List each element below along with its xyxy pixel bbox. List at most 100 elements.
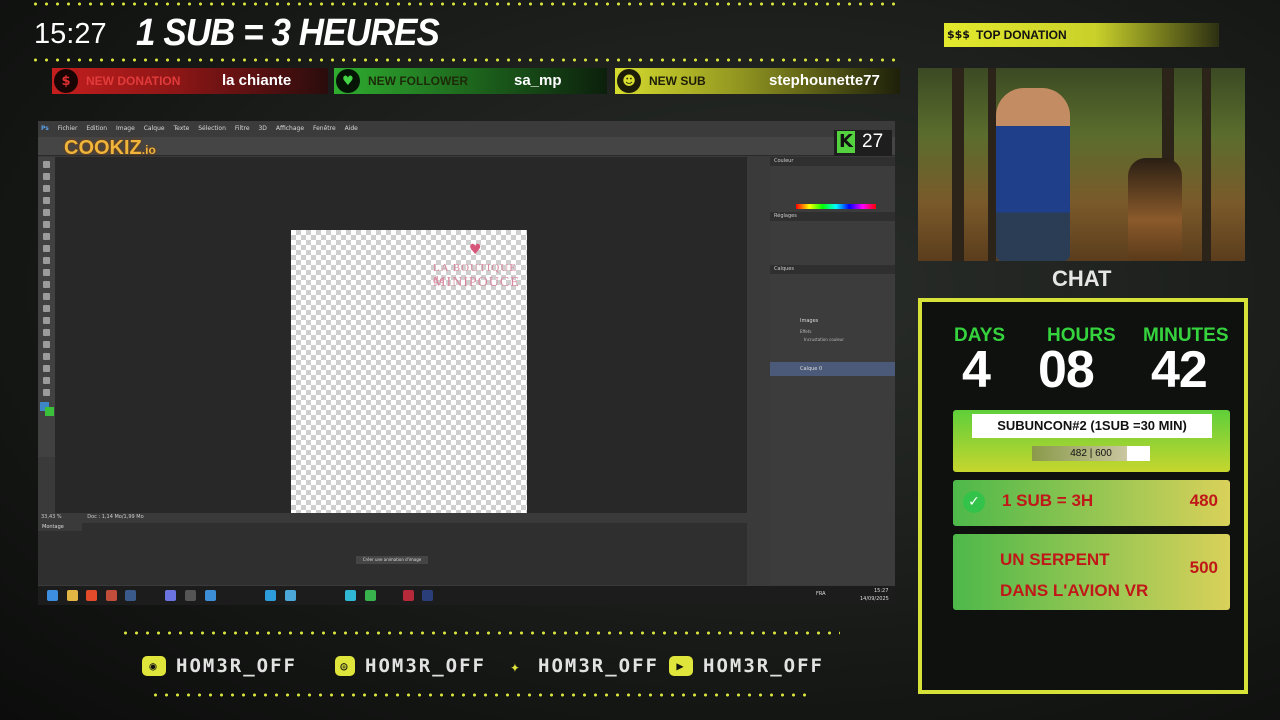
photoshop-status-bar: 33,43 % Doc : 1,14 Mo/1,99 Mo [38,513,750,522]
lasso-tool-icon[interactable] [43,185,50,192]
move-tool-icon[interactable] [43,161,50,168]
stamp-tool-icon[interactable] [43,257,50,264]
goal-title: SUBUNCON#2 (1SUB =30 MIN) [972,414,1212,438]
goal-progress-text: 482 | 600 [1070,448,1112,459]
obs-icon[interactable] [185,590,196,601]
sponsor-logo-suffix: .io [141,143,156,157]
photoshop-right-panels: Couleur Réglages Calques Images Effets I… [770,157,895,585]
heal-tool-icon[interactable] [43,233,50,240]
taskbar-lang[interactable]: FRA [816,591,826,597]
app-icon-4[interactable] [106,590,117,601]
alert-sub-tag: NEW SUB [649,74,706,88]
gradient-tool-icon[interactable] [43,293,50,300]
adjustments-grid [770,221,895,265]
menu-texte[interactable]: Texte [174,125,190,132]
alert-donation-tag: NEW DONATION [86,74,181,88]
photoshop-task-icon[interactable] [422,590,433,601]
goal-card-2: UN SERPENT DANS L'AVION VR 500 [953,534,1230,610]
webcam-feed [918,68,1245,261]
eyedropper-tool-icon[interactable] [43,221,50,228]
eraser-tool-icon[interactable] [43,281,50,288]
menu-image[interactable]: Image [116,125,135,132]
layer-row-incrustation[interactable]: Incrustation couleur [770,336,895,344]
panel-calques[interactable]: Calques [770,265,895,274]
app-icon-9[interactable] [265,590,276,601]
menu-fichier[interactable]: Fichier [58,125,78,132]
shape-tool-icon[interactable] [43,365,50,372]
goal-1-label: 1 SUB = 3H [1002,491,1094,510]
alert-sub: ☻ NEW SUB stephounette77 [615,68,900,94]
goal-1-value: 480 [1189,491,1218,510]
menu-3d[interactable]: 3D [258,125,266,132]
menu-edition[interactable]: Edition [86,125,107,132]
taskbar-time[interactable]: 15:27 [874,588,888,594]
dollar-badge-icon: $$$ [947,28,970,41]
menu-selection[interactable]: Sélection [198,125,226,132]
goal-progress-card: SUBUNCON#2 (1SUB =30 MIN) 482 | 600 [953,410,1230,472]
discord-handle: HOM3R_OFF [176,655,297,677]
dodge-tool-icon[interactable] [43,317,50,324]
app-icon-11[interactable] [345,590,356,601]
app-icon-12[interactable] [365,590,376,601]
pen-tool-icon[interactable] [43,329,50,336]
social-twitter[interactable]: ✦ HOM3R_OFF [504,654,659,678]
steam-icon[interactable] [125,590,136,601]
color-swatches[interactable] [39,402,54,416]
explorer-icon[interactable] [67,590,78,601]
zoom-readout: 33,43 % [41,514,62,520]
header-dots [30,58,900,62]
social-instagram[interactable]: ◎ HOM3R_OFF [335,654,486,678]
wand-tool-icon[interactable] [43,197,50,204]
doc-size: Doc : 1,14 Mo/1,99 Mo [87,514,144,520]
menu-aide[interactable]: Aide [345,125,358,132]
path-tool-icon[interactable] [43,353,50,360]
alert-donation-value: la chiante [222,72,292,89]
type-tool-icon[interactable] [43,341,50,348]
sub-counter-value: 27 [862,131,884,152]
timeline-tab[interactable]: Montage [38,523,82,531]
dog-figure [1128,158,1182,261]
layer-row-calque0[interactable]: Calque 0 [770,362,895,376]
document-canvas[interactable]: ♥ LA BOUTIQUE de MINIPOUCE [291,230,527,516]
panel-couleur[interactable]: Couleur [770,157,895,166]
app-icon-8[interactable] [205,590,216,601]
crop-tool-icon[interactable] [43,209,50,216]
menu-fenetre[interactable]: Fenêtre [313,125,336,132]
layer-row-effets[interactable]: Effets [770,328,895,336]
social-discord[interactable]: ◉ HOM3R_OFF [142,654,297,678]
windows-start-icon[interactable] [47,590,58,601]
vscode-icon[interactable] [285,590,296,601]
alert-follower-value: sa_mp [514,72,562,89]
goal-2-value: 500 [1189,558,1218,577]
bottom-dots [150,693,810,697]
create-animation-button[interactable]: Créer une animation d'image [356,556,428,564]
discord-icon: ◉ [142,656,166,676]
taskbar-date: 14/09/2025 [860,596,889,602]
menu-filtre[interactable]: Filtre [235,125,250,132]
goal-card-1: ✓ 1 SUB = 3H 480 [953,480,1230,526]
check-icon: ✓ [963,491,985,513]
marquee-tool-icon[interactable] [43,173,50,180]
hand-tool-icon[interactable] [43,377,50,384]
social-youtube[interactable]: ▶ HOM3R_OFF [669,654,824,678]
blur-tool-icon[interactable] [43,305,50,312]
sponsor-logo-text: COOKIZ [64,137,142,159]
discord-app-icon[interactable] [165,590,176,601]
menu-affichage[interactable]: Affichage [276,125,304,132]
top-donation-bar: $$$ TOP DONATION [944,23,1219,47]
goal-progress-bar: 482 | 600 [1032,446,1150,461]
twitter-icon: ✦ [510,656,522,676]
brush-tool-icon[interactable] [43,245,50,252]
layer-row-images[interactable]: Images [770,314,895,328]
panel-reglages[interactable]: Réglages [770,212,895,221]
photoshop-canvas-area: ♥ LA BOUTIQUE de MINIPOUCE [55,157,747,517]
brave-icon[interactable] [86,590,97,601]
top-dots [30,2,900,6]
alert-follower-tag: NEW FOLLOWER [368,74,468,88]
chat-title: CHAT [1052,266,1112,291]
app-icon-13[interactable] [403,590,414,601]
color-picker[interactable] [770,166,895,212]
zoom-tool-icon[interactable] [43,389,50,396]
history-tool-icon[interactable] [43,269,50,276]
menu-calque[interactable]: Calque [144,125,165,132]
